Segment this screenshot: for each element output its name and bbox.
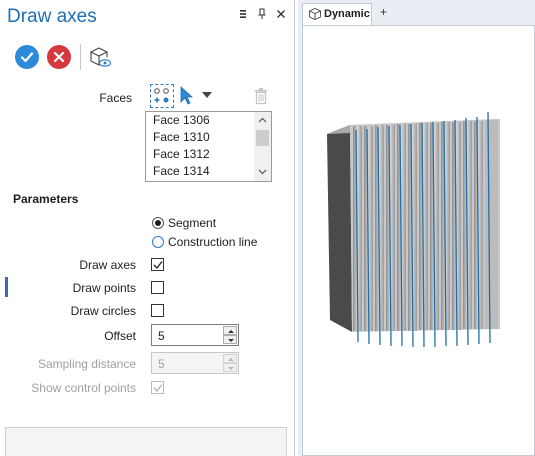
draw-points-label: Draw points	[72, 281, 136, 295]
checkmark-icon	[153, 261, 163, 269]
draw-circles-checkbox[interactable]	[151, 304, 164, 317]
3d-viewport[interactable]	[302, 25, 535, 456]
toolbar-divider	[80, 44, 81, 70]
finned-block-model	[327, 111, 500, 348]
parameters-heading: Parameters	[13, 192, 79, 206]
trash-icon[interactable]	[254, 87, 268, 105]
show-control-points-checkbox	[151, 381, 164, 394]
scroll-up-icon[interactable]	[258, 117, 267, 123]
arrow-up-icon	[228, 330, 234, 333]
offset-label: Offset	[104, 329, 136, 343]
arrow-down-icon	[228, 367, 234, 370]
construction-line-radio-label[interactable]: Construction line	[168, 235, 257, 249]
cube-icon	[308, 8, 322, 21]
block-left-side	[327, 125, 352, 332]
construction-line-radio[interactable]	[152, 236, 164, 248]
x-icon	[53, 51, 65, 63]
tab-dynamic[interactable]: Dynamic	[302, 3, 372, 25]
tab-strip: Dynamic +	[298, 0, 535, 25]
draw-axes-panel: Draw axes Faces Face 1306 Face 1310 Face…	[0, 0, 295, 456]
face-select-tool[interactable]	[150, 84, 174, 108]
draw-points-checkbox[interactable]	[151, 281, 164, 294]
close-icon[interactable]	[275, 8, 287, 20]
list-item[interactable]: Face 1312	[146, 146, 271, 163]
checkmark-icon	[153, 384, 163, 392]
segment-radio-label[interactable]: Segment	[168, 216, 216, 230]
offset-value[interactable]: 5	[158, 329, 165, 343]
preview-cube-icon[interactable]	[88, 45, 112, 69]
sampling-distance-label: Sampling distance	[37, 357, 136, 371]
viewport-area: Dynamic +	[298, 0, 535, 456]
app-root: Draw axes Faces Face 1306 Face 1310 Face…	[0, 0, 535, 456]
arrow-up-icon	[228, 358, 234, 361]
faces-label: Faces	[99, 91, 132, 105]
draw-circles-label: Draw circles	[70, 304, 136, 318]
active-row-marker	[5, 277, 8, 297]
offset-spinner[interactable]: 5	[151, 324, 239, 346]
draw-axes-label: Draw axes	[79, 258, 136, 272]
list-item[interactable]: Face 1306	[146, 112, 271, 129]
add-tab-button[interactable]: +	[380, 5, 387, 19]
offset-increment-button[interactable]	[223, 326, 237, 335]
panel-footer-area	[5, 427, 287, 456]
check-icon	[20, 52, 34, 63]
pin-icon[interactable]	[256, 8, 268, 20]
face-select-icon	[154, 88, 169, 103]
arrow-down-icon	[228, 339, 234, 342]
sampling-distance-spinner: 5	[151, 352, 239, 374]
draw-axes-checkbox[interactable]	[151, 258, 164, 271]
segment-radio[interactable]	[152, 217, 164, 229]
chevron-down-icon[interactable]	[200, 90, 214, 100]
cursor-icon[interactable]	[179, 86, 193, 106]
show-control-points-label: Show control points	[31, 381, 136, 395]
faces-list[interactable]: Face 1306 Face 1310 Face 1312 Face 1314	[145, 111, 272, 182]
list-item[interactable]: Face 1314	[146, 163, 271, 180]
sampling-increment-button	[223, 354, 237, 363]
scroll-thumb[interactable]	[256, 130, 269, 146]
faces-list-scrollbar[interactable]	[254, 112, 271, 181]
menu-icon[interactable]	[237, 8, 249, 20]
list-item[interactable]: Face 1310	[146, 129, 271, 146]
offset-decrement-button[interactable]	[223, 335, 237, 344]
tab-dynamic-label: Dynamic	[324, 8, 370, 20]
scroll-down-icon[interactable]	[258, 169, 267, 175]
sampling-distance-value: 5	[158, 357, 165, 371]
cancel-button[interactable]	[47, 45, 71, 69]
sampling-decrement-button	[223, 363, 237, 372]
panel-title: Draw axes	[7, 6, 97, 27]
ok-button[interactable]	[15, 45, 39, 69]
